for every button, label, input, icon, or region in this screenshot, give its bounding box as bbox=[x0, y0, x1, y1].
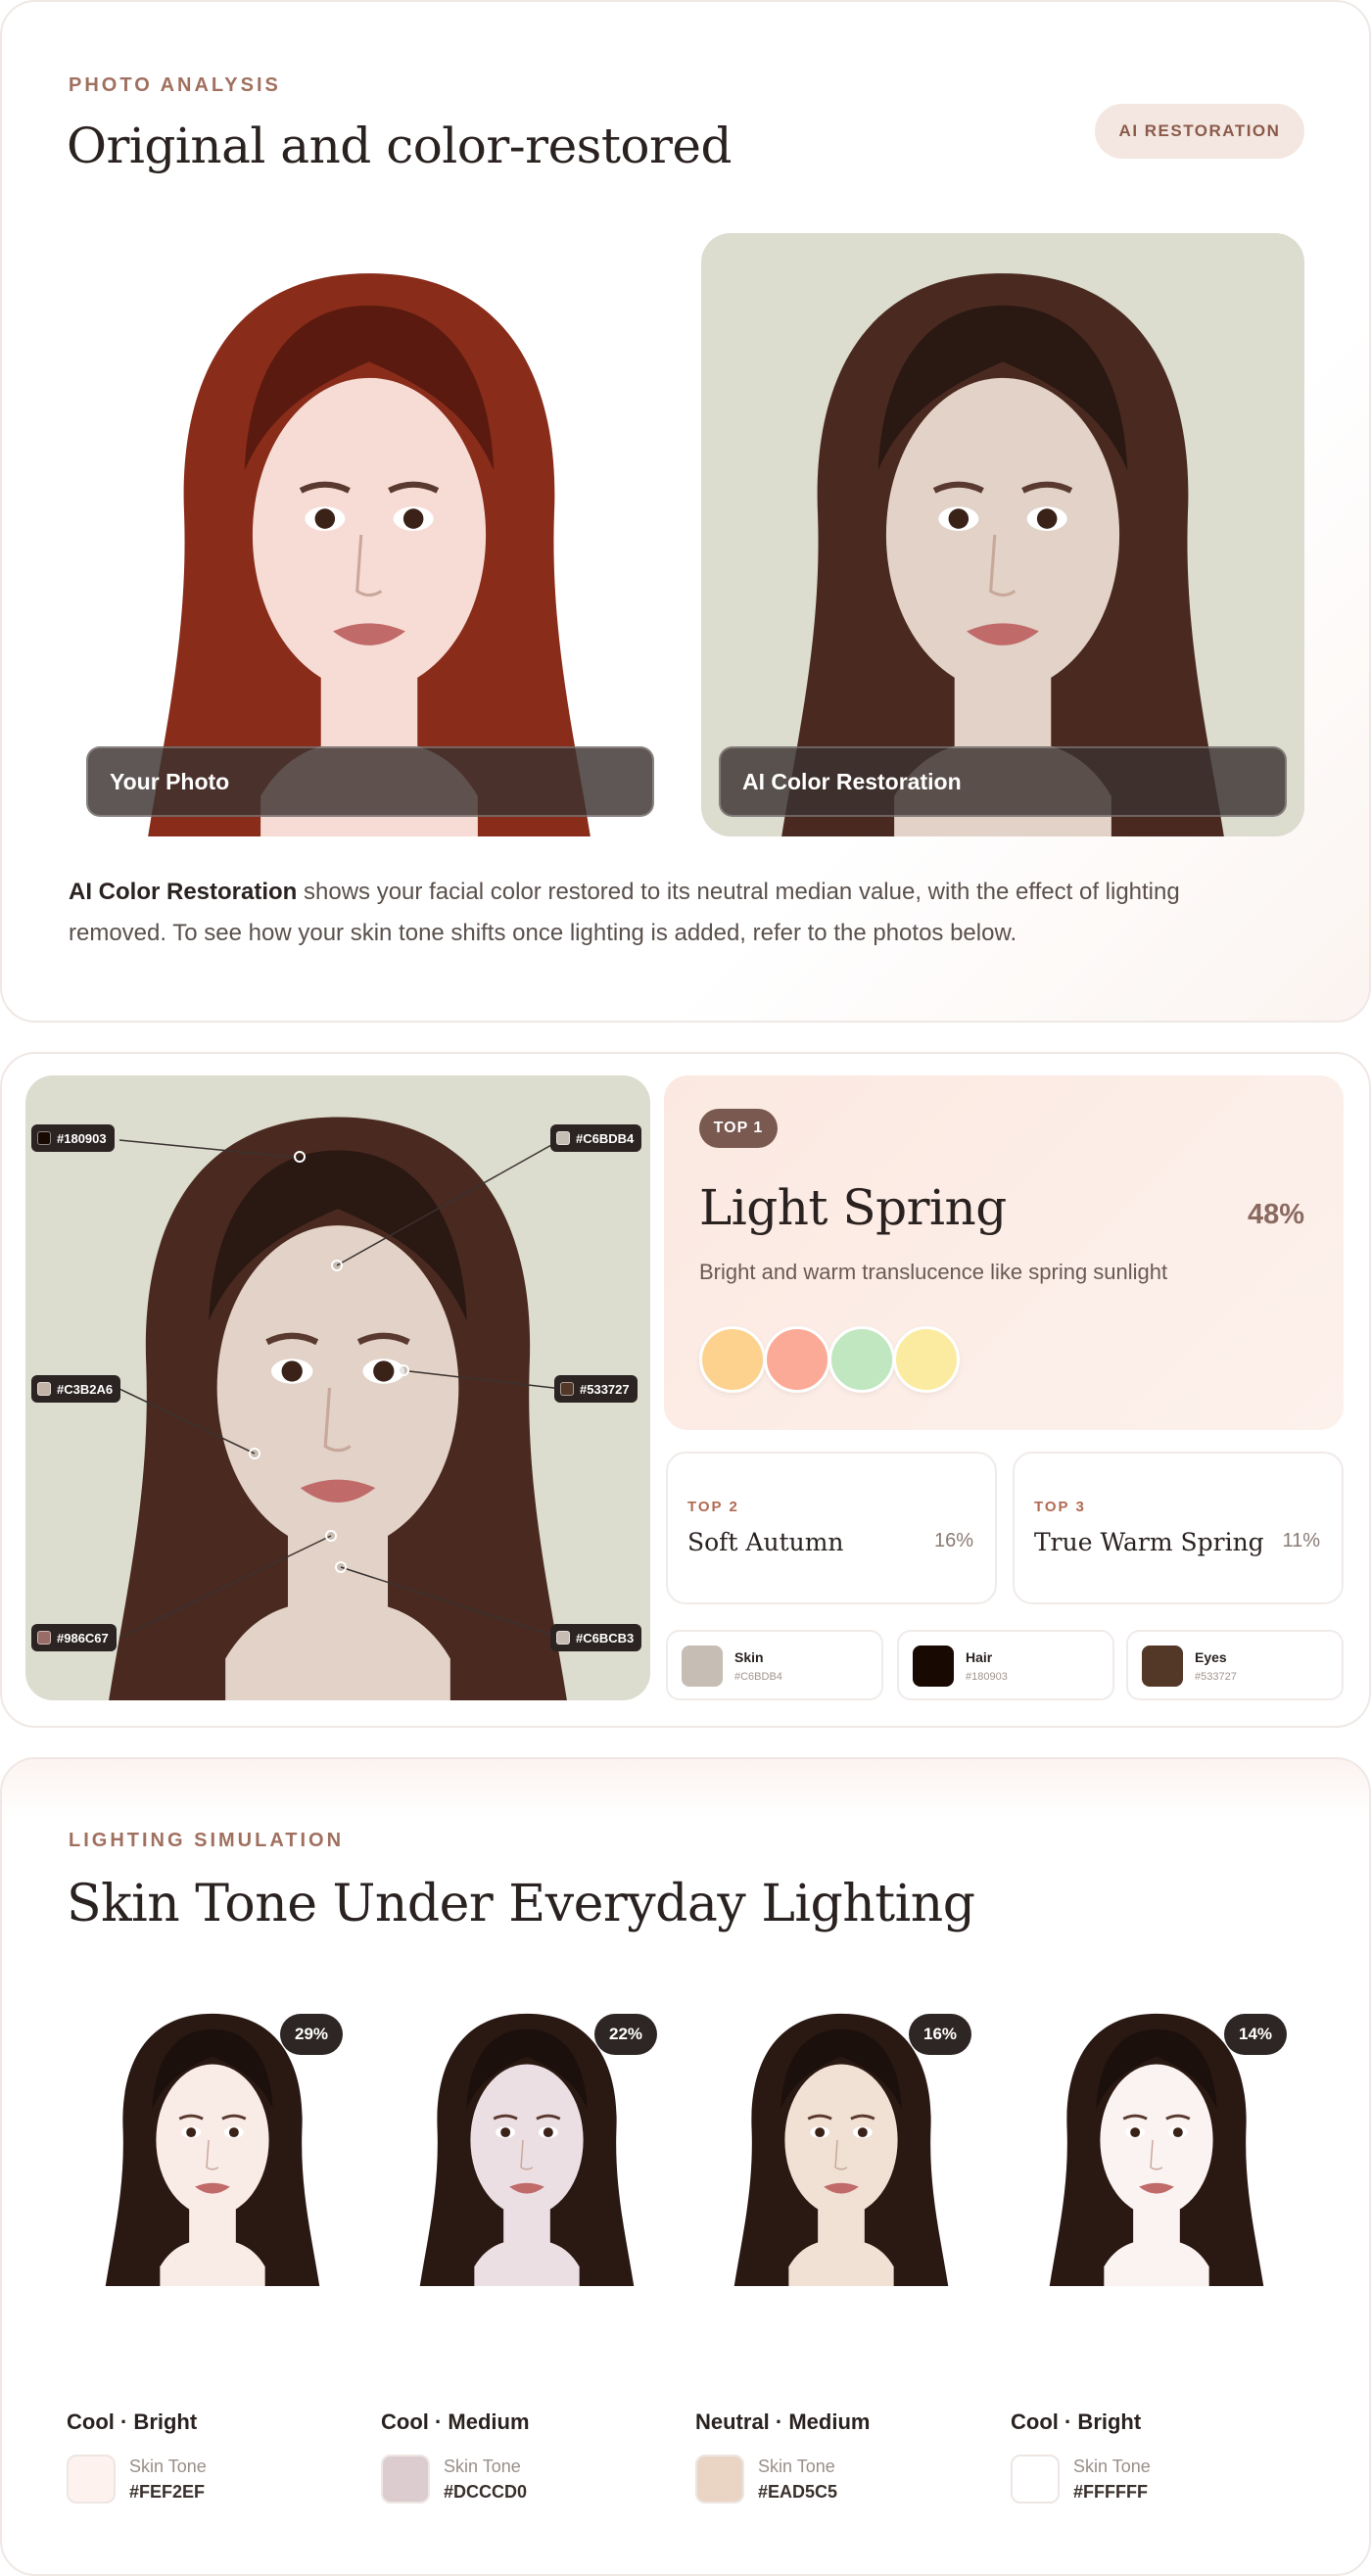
eyes-chip-label: Eyes bbox=[1195, 1649, 1227, 1665]
original-photo-caption: Your Photo bbox=[86, 746, 654, 817]
skin-tone-hex: #DCCCD0 bbox=[444, 2482, 528, 2502]
top3-label: TOP 3 bbox=[1034, 1499, 1086, 1515]
restored-photo-caption: AI Color Restoration bbox=[719, 746, 1287, 817]
top1-badge: TOP 1 bbox=[699, 1109, 778, 1148]
hair-chip-label: Hair bbox=[966, 1649, 993, 1665]
top2-percentage: 16% bbox=[933, 1530, 973, 1551]
lighting-condition-title: Cool · Medium bbox=[381, 2409, 530, 2434]
palette-swatch bbox=[893, 1326, 960, 1393]
lip-sample-point bbox=[325, 1530, 337, 1542]
photo-analysis-eyebrow: PHOTO ANALYSIS bbox=[69, 74, 281, 96]
eyes-chip-hex: #533727 bbox=[1195, 1671, 1237, 1683]
skin-swatch bbox=[682, 1646, 723, 1687]
top1-percentage: 48% bbox=[1247, 1199, 1304, 1230]
eyes-color-chip: Eyes #533727 bbox=[1126, 1630, 1344, 1700]
skin-chip-label: Skin bbox=[734, 1649, 764, 1665]
skin-color-chip: Skin #C6BDB4 bbox=[666, 1630, 883, 1700]
skin-tone-hex: #FEF2EF bbox=[129, 2482, 206, 2502]
top3-percentage: 11% bbox=[1282, 1530, 1320, 1551]
hair-sample-point bbox=[294, 1151, 306, 1163]
eye-marker-tag: #533727 bbox=[554, 1375, 638, 1403]
swatch-icon bbox=[37, 1631, 51, 1645]
skin-tone-label: Skin Tone bbox=[1073, 2457, 1151, 2476]
lighting-percentage-badge: 14% bbox=[1224, 2014, 1287, 2055]
lighting-percentage-badge: 29% bbox=[280, 2014, 343, 2055]
hair-swatch bbox=[913, 1646, 954, 1687]
skin-tone-label: Skin Tone bbox=[758, 2457, 835, 2476]
top1-season-name: Light Spring bbox=[699, 1179, 1007, 1236]
season-palette bbox=[699, 1326, 960, 1393]
swatch-icon bbox=[37, 1382, 51, 1396]
skin-tone-swatch bbox=[695, 2455, 744, 2504]
skin-chip-hex: #C6BDB4 bbox=[734, 1671, 782, 1683]
swatch-icon bbox=[556, 1631, 570, 1645]
skin-tone-swatch bbox=[1011, 2455, 1060, 2504]
swatch-icon bbox=[556, 1131, 570, 1145]
top2-season-name: Soft Autumn bbox=[687, 1528, 844, 1556]
lighting-condition-title: Cool · Bright bbox=[67, 2409, 198, 2434]
cheek-sample-point bbox=[249, 1448, 260, 1459]
skin-tone-hex: #EAD5C5 bbox=[758, 2482, 838, 2502]
lighting-title: Skin Tone Under Everyday Lighting bbox=[67, 1875, 975, 1933]
forehead-marker-tag: #C6BDB4 bbox=[550, 1124, 642, 1152]
palette-swatch bbox=[828, 1326, 895, 1393]
eyes-swatch bbox=[1142, 1646, 1183, 1687]
top2-season-card[interactable]: TOP 2 Soft Autumn 16% bbox=[666, 1452, 997, 1604]
skin-tone-swatch bbox=[381, 2455, 430, 2504]
photo-analysis-title: Original and color-restored bbox=[67, 118, 733, 174]
lighting-percentage-badge: 16% bbox=[909, 2014, 971, 2055]
chin-marker-tag: #C6BCB3 bbox=[550, 1624, 642, 1651]
top3-season-card[interactable]: TOP 3 True Warm Spring 11% bbox=[1013, 1452, 1344, 1604]
skin-tone-label: Skin Tone bbox=[444, 2457, 521, 2476]
lighting-eyebrow: LIGHTING SIMULATION bbox=[69, 1830, 345, 1851]
palette-swatch bbox=[764, 1326, 830, 1393]
top3-season-name: True Warm Spring bbox=[1034, 1528, 1264, 1556]
cheek-marker-tag: #C3B2A6 bbox=[31, 1375, 121, 1403]
ai-restoration-badge: AI RESTORATION bbox=[1095, 104, 1304, 159]
top2-label: TOP 2 bbox=[687, 1499, 739, 1515]
palette-swatch bbox=[699, 1326, 766, 1393]
lip-marker-tag: #986C67 bbox=[31, 1624, 117, 1651]
lighting-percentage-badge: 22% bbox=[594, 2014, 657, 2055]
hair-marker-tag: #180903 bbox=[31, 1124, 115, 1152]
skin-tone-label: Skin Tone bbox=[129, 2457, 207, 2476]
eye-sample-point bbox=[398, 1364, 409, 1376]
top1-season-card[interactable]: TOP 1 Light Spring 48% Bright and warm t… bbox=[664, 1075, 1344, 1430]
hair-color-chip: Hair #180903 bbox=[897, 1630, 1114, 1700]
swatch-icon bbox=[560, 1382, 574, 1396]
chin-sample-point bbox=[335, 1561, 347, 1573]
lighting-condition-title: Neutral · Medium bbox=[695, 2409, 871, 2434]
forehead-sample-point bbox=[331, 1260, 343, 1271]
skin-tone-swatch bbox=[67, 2455, 116, 2504]
restoration-desc-bold: AI Color Restoration bbox=[69, 879, 298, 905]
swatch-icon bbox=[37, 1131, 51, 1145]
photo-analysis-card: PHOTO ANALYSIS Original and color-restor… bbox=[0, 0, 1371, 1023]
top1-description: Bright and warm translucence like spring… bbox=[699, 1260, 1168, 1284]
hair-chip-hex: #180903 bbox=[966, 1671, 1008, 1683]
lighting-condition-title: Cool · Bright bbox=[1011, 2409, 1142, 2434]
restoration-description: AI Color Restoration shows your facial c… bbox=[69, 872, 1283, 954]
skin-tone-hex: #FFFFFF bbox=[1073, 2482, 1148, 2502]
